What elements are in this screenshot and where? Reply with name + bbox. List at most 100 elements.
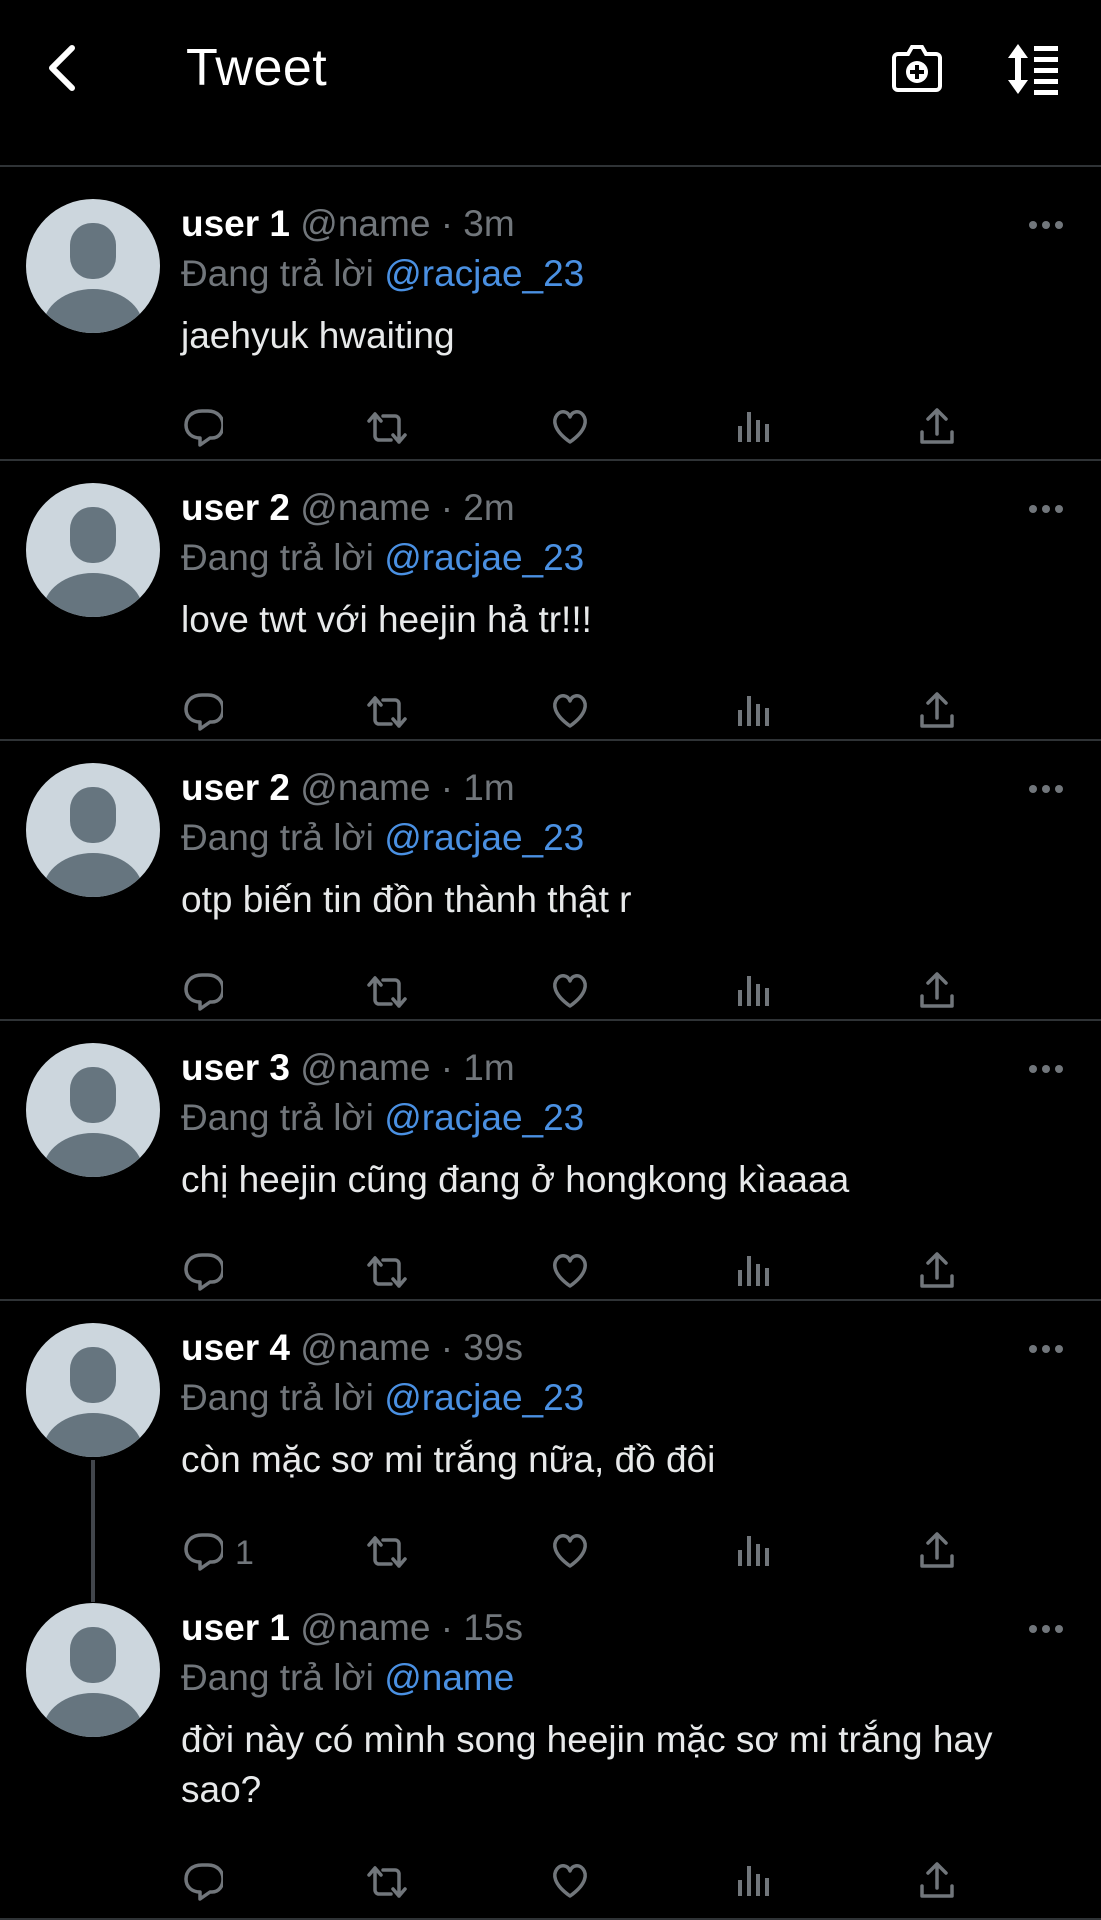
tweet-text: love twt với heejin hả tr!!! — [181, 599, 592, 640]
share-icon — [920, 1252, 954, 1288]
views-button[interactable] — [733, 1250, 793, 1300]
reply-mention-link[interactable]: @racjae_23 — [384, 1097, 584, 1138]
tweet[interactable]: user 2 @name · 2m Đang trả lời @racjae_2… — [0, 461, 1101, 741]
display-name[interactable]: user 2 — [181, 487, 290, 528]
like-button[interactable] — [549, 690, 609, 740]
reply-mention-link[interactable]: @racjae_23 — [384, 537, 584, 578]
reply-mention-link[interactable]: @racjae_23 — [384, 253, 584, 294]
tweet[interactable]: user 1 @name · 15s Đang trả lời @name đờ… — [0, 1581, 1101, 1920]
avatar[interactable] — [26, 199, 160, 333]
share-button[interactable] — [916, 970, 976, 1020]
timestamp: · 39s — [440, 1327, 523, 1368]
timestamp: · 1m — [440, 1047, 515, 1088]
tweet-actions — [181, 690, 1021, 740]
avatar[interactable] — [26, 1043, 160, 1177]
like-button[interactable] — [549, 406, 609, 456]
tweet[interactable]: user 4 @name · 39s Đang trả lời @racjae_… — [0, 1301, 1101, 1579]
display-name[interactable]: user 3 — [181, 1047, 290, 1088]
reply-button[interactable] — [181, 1250, 241, 1300]
retweet-button[interactable] — [365, 1860, 425, 1910]
reply-button[interactable] — [181, 406, 241, 456]
more-options-icon[interactable] — [1028, 1623, 1064, 1635]
replying-to: Đang trả lời @racjae_23 — [181, 253, 584, 295]
share-button[interactable] — [916, 690, 976, 740]
views-button[interactable] — [733, 406, 793, 456]
reply-button[interactable] — [181, 690, 241, 740]
avatar[interactable] — [26, 763, 160, 897]
back-arrow-icon[interactable] — [36, 38, 96, 98]
more-options-icon[interactable] — [1028, 1343, 1064, 1355]
like-button[interactable] — [549, 1250, 609, 1300]
views-button[interactable] — [733, 1860, 793, 1910]
share-button[interactable] — [916, 1860, 976, 1910]
avatar[interactable] — [26, 1603, 160, 1737]
retweet-icon — [367, 696, 407, 728]
replying-to: Đang trả lời @racjae_23 — [181, 817, 584, 859]
more-options-icon[interactable] — [1028, 783, 1064, 795]
display-name[interactable]: user 1 — [181, 1607, 290, 1648]
share-button[interactable] — [916, 406, 976, 456]
timestamp: · 3m — [440, 203, 515, 244]
retweet-button[interactable] — [365, 1250, 425, 1300]
more-options-icon[interactable] — [1028, 219, 1064, 231]
like-icon — [553, 1534, 587, 1568]
user-handle[interactable]: @name — [300, 1047, 430, 1088]
views-button[interactable] — [733, 970, 793, 1020]
avatar[interactable] — [26, 483, 160, 617]
reply-mention-link[interactable]: @racjae_23 — [384, 1377, 584, 1418]
views-icon — [738, 1256, 769, 1286]
display-name[interactable]: user 1 — [181, 203, 290, 244]
reply-button[interactable] — [181, 970, 241, 1020]
tweet-actions — [181, 406, 1021, 456]
views-button[interactable] — [733, 690, 793, 740]
tweet[interactable]: user 1 @name · 3m Đang trả lời @racjae_2… — [0, 165, 1101, 461]
views-icon — [738, 976, 769, 1006]
like-icon — [553, 410, 587, 444]
retweet-button[interactable] — [365, 1530, 425, 1580]
share-button[interactable] — [916, 1530, 976, 1580]
reply-button[interactable]: 1 — [181, 1530, 254, 1580]
user-handle[interactable]: @name — [300, 767, 430, 808]
retweet-button[interactable] — [365, 690, 425, 740]
reply-mention-link[interactable]: @name — [384, 1657, 514, 1698]
user-handle[interactable]: @name — [300, 203, 430, 244]
page-title: Tweet — [186, 39, 328, 97]
reply-icon — [184, 693, 225, 731]
tweet-header: user 3 @name · 1m — [181, 1047, 515, 1089]
display-name[interactable]: user 4 — [181, 1327, 290, 1368]
timestamp: · 1m — [440, 767, 515, 808]
more-options-icon[interactable] — [1028, 1063, 1064, 1075]
user-handle[interactable]: @name — [300, 1607, 430, 1648]
share-icon — [920, 1532, 954, 1568]
views-button[interactable] — [733, 1530, 793, 1580]
display-name[interactable]: user 2 — [181, 767, 290, 808]
tweet-actions — [181, 1860, 1021, 1910]
tweet-header: user 4 @name · 39s — [181, 1327, 523, 1369]
user-handle[interactable]: @name — [300, 487, 430, 528]
tweet[interactable]: user 2 @name · 1m Đang trả lời @racjae_2… — [0, 741, 1101, 1021]
retweet-button[interactable] — [365, 406, 425, 456]
tweet-actions — [181, 1250, 1021, 1300]
replying-to-label: Đang trả lời — [181, 1097, 374, 1138]
tweet-text: jaehyuk hwaiting — [181, 315, 455, 356]
sort-icon[interactable] — [1004, 40, 1062, 98]
tweet-text: otp biến tin đồn thành thật r — [181, 879, 632, 920]
user-handle[interactable]: @name — [300, 1327, 430, 1368]
reply-button[interactable] — [181, 1860, 241, 1910]
share-icon — [920, 1862, 954, 1898]
retweet-icon — [367, 1536, 407, 1568]
camera-add-icon[interactable] — [888, 40, 946, 98]
like-button[interactable] — [549, 970, 609, 1020]
timestamp: · 2m — [440, 487, 515, 528]
like-icon — [553, 694, 587, 728]
avatar[interactable] — [26, 1323, 160, 1457]
like-button[interactable] — [549, 1860, 609, 1910]
share-button[interactable] — [916, 1250, 976, 1300]
retweet-button[interactable] — [365, 970, 425, 1020]
reply-mention-link[interactable]: @racjae_23 — [384, 817, 584, 858]
tweet-text: còn mặc sơ mi trắng nữa, đồ đôi — [181, 1439, 716, 1480]
like-button[interactable] — [549, 1530, 609, 1580]
tweet[interactable]: user 3 @name · 1m Đang trả lời @racjae_2… — [0, 1021, 1101, 1301]
tweet-header: user 1 @name · 15s — [181, 1607, 523, 1649]
more-options-icon[interactable] — [1028, 503, 1064, 515]
